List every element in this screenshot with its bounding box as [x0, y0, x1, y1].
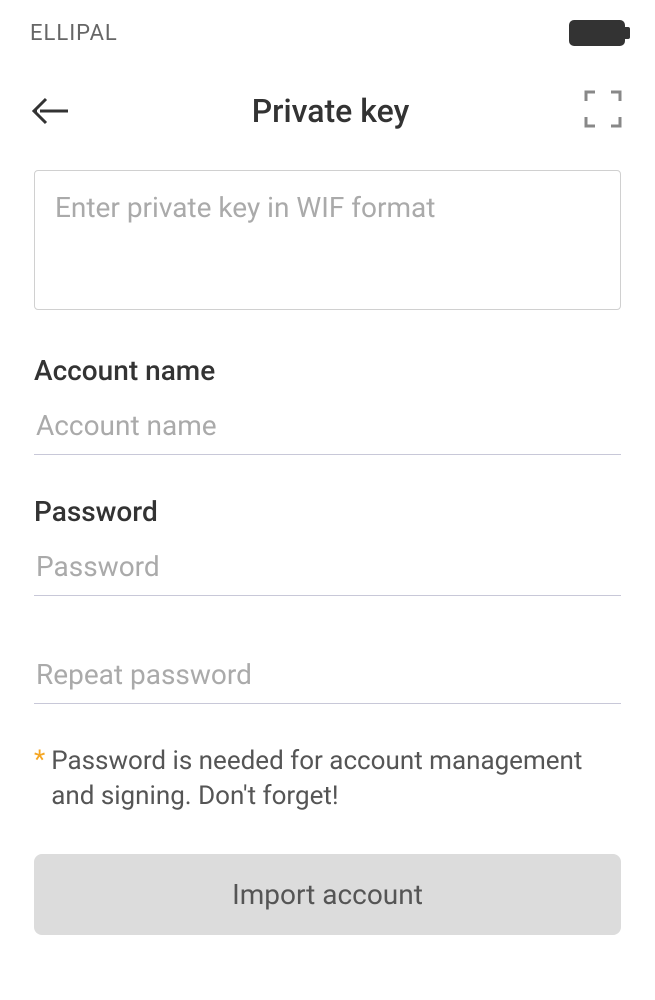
- header: Private key: [0, 56, 655, 156]
- form-content: Account name Password * Password is need…: [0, 156, 655, 814]
- password-hint: * Password is needed for account managem…: [34, 744, 621, 814]
- account-name-group: Account name: [34, 354, 621, 455]
- battery-icon: [569, 20, 625, 46]
- password-label: Password: [34, 495, 621, 528]
- device-name: ELLIPAL: [30, 21, 118, 46]
- password-group: Password: [34, 495, 621, 596]
- repeat-password-group: [34, 646, 621, 704]
- page-title: Private key: [80, 92, 581, 130]
- password-input[interactable]: [34, 538, 621, 596]
- account-name-input[interactable]: [34, 397, 621, 455]
- back-button[interactable]: [30, 86, 80, 136]
- private-key-input[interactable]: [34, 170, 621, 310]
- repeat-password-input[interactable]: [34, 646, 621, 704]
- hint-star-icon: *: [34, 744, 45, 778]
- hint-text: Password is needed for account managemen…: [51, 744, 621, 814]
- import-account-button[interactable]: Import account: [34, 854, 621, 935]
- scan-icon: [583, 89, 623, 133]
- back-arrow-icon: [30, 96, 70, 126]
- status-bar: ELLIPAL: [0, 0, 655, 56]
- account-name-label: Account name: [34, 354, 621, 387]
- scan-button[interactable]: [581, 89, 625, 133]
